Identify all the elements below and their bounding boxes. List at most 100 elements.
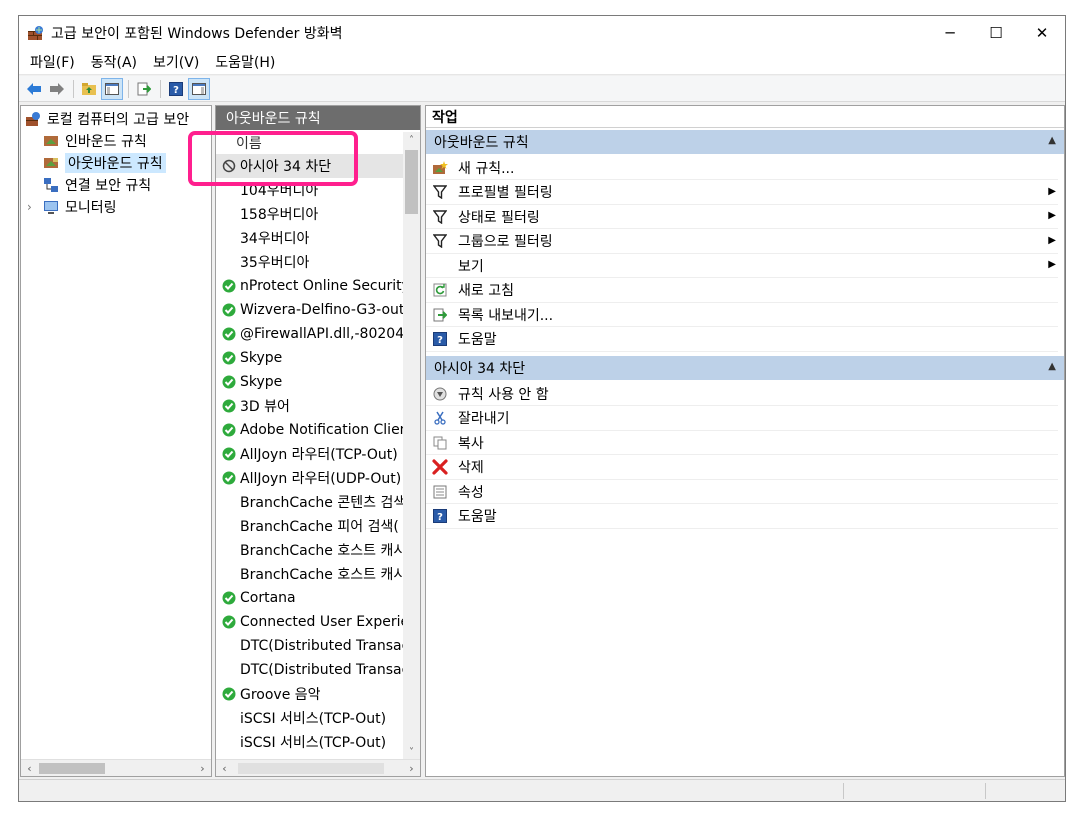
rule-row[interactable]: @FirewallAPI.dll,-80204 (216, 322, 404, 346)
scroll-thumb[interactable] (238, 763, 384, 774)
minimize-button[interactable]: ─ (927, 16, 973, 49)
rule-row[interactable]: AllJoyn 라우터(TCP-Out) (216, 442, 404, 466)
rule-row[interactable]: BranchCache 호스트 캐시 (216, 562, 404, 586)
action-item[interactable]: 새로 고침 (426, 279, 1058, 303)
rule-row[interactable]: 158우버디아 (216, 202, 404, 226)
scroll-left-icon[interactable]: ‹ (21, 760, 38, 777)
no-status-icon (222, 663, 236, 677)
forward-icon[interactable] (46, 78, 68, 100)
rule-row[interactable]: DTC(Distributed Transaction (216, 658, 404, 682)
export-list-icon (432, 307, 448, 323)
rule-row[interactable]: Skype (216, 370, 404, 394)
actions-section-header[interactable]: 아시아 34 차단 ▲ (426, 356, 1064, 380)
tree-root-label: 로컬 컴퓨터의 고급 보안 (47, 112, 190, 128)
rule-row[interactable]: 35우버디아 (216, 250, 404, 274)
action-label: 목록 내보내기... (458, 307, 554, 324)
connection-security-icon (43, 177, 59, 193)
scroll-right-icon[interactable]: › (194, 760, 211, 777)
rule-name: AllJoyn 라우터(UDP-Out) (240, 471, 402, 487)
scroll-thumb[interactable] (39, 763, 105, 774)
rule-name: BranchCache 피어 검색( (240, 519, 399, 535)
rule-row[interactable]: 3D 뷰어 (216, 394, 404, 418)
menu-view[interactable]: 보기(V) (145, 52, 207, 72)
navigation-tree-pane: 로컬 컴퓨터의 고급 보안 인바운드 규칙 아웃바운드 규칙 연결 보안 규칙 … (20, 105, 212, 777)
rule-row[interactable]: Cortana (216, 586, 404, 610)
action-label: 그룹으로 필터링 (458, 234, 553, 250)
tree-horizontal-scrollbar[interactable]: ‹ › (21, 759, 211, 776)
rule-row[interactable]: BranchCache 피어 검색( (216, 514, 404, 538)
rule-row[interactable]: BranchCache 콘텐츠 검색 (216, 490, 404, 514)
rule-row[interactable]: Skype (216, 346, 404, 370)
action-item[interactable]: 새 규칙... (426, 156, 1058, 180)
show-hide-tree-icon[interactable] (101, 77, 123, 100)
help-icon[interactable]: ? (165, 78, 187, 100)
action-item[interactable]: 규칙 사용 안 함 (426, 382, 1058, 406)
scroll-left-icon[interactable]: ‹ (216, 760, 233, 777)
inbound-rules-icon (43, 133, 59, 149)
rule-row[interactable]: AllJoyn 라우터(UDP-Out) (216, 466, 404, 490)
action-label: 잘라내기 (458, 411, 510, 427)
up-folder-icon[interactable] (78, 78, 100, 100)
collapse-icon[interactable]: ▲ (1048, 361, 1056, 372)
tree-item-outbound-rules[interactable]: 아웃바운드 규칙 (43, 152, 166, 174)
menu-action[interactable]: 동작(A) (83, 52, 145, 72)
rule-row[interactable]: nProtect Online Security (216, 274, 404, 298)
list-horizontal-scrollbar[interactable]: ‹ › (216, 759, 420, 776)
action-item[interactable]: 잘라내기 (426, 407, 1058, 431)
action-item[interactable]: ? 도움말 (426, 505, 1058, 529)
actions-section-header[interactable]: 아웃바운드 규칙 ▲ (426, 130, 1064, 154)
enabled-check-icon (222, 279, 236, 293)
action-item[interactable]: 보기 ▶ (426, 254, 1058, 278)
rule-name: iSCSI 서비스(TCP-Out) (240, 711, 387, 727)
collapse-icon[interactable]: ▲ (1048, 135, 1056, 146)
tree-item-inbound-rules[interactable]: 인바운드 규칙 (43, 130, 147, 152)
tree-root[interactable]: 로컬 컴퓨터의 고급 보안 (25, 108, 189, 130)
rules-list: 아시아 34 차단 104우버디아 158우버디아 34우버디아 35우버디아 nProt… (216, 154, 404, 761)
rule-row[interactable]: Adobe Notification Client (216, 418, 404, 442)
list-vertical-scrollbar[interactable]: ˄ ˅ (403, 132, 420, 761)
svg-text:?: ? (437, 512, 443, 523)
chevron-right-icon[interactable]: › (27, 200, 39, 214)
submenu-arrow-icon: ▶ (1048, 185, 1056, 197)
filter-icon (432, 233, 448, 249)
help-icon: ? (432, 508, 448, 524)
tree-item-label: 연결 보안 규칙 (65, 178, 152, 194)
maximize-button[interactable]: ☐ (973, 16, 1019, 49)
rule-row[interactable]: Connected User Experience (216, 610, 404, 634)
scroll-up-icon[interactable]: ˄ (403, 132, 420, 149)
firewall-app-icon (27, 25, 45, 41)
submenu-arrow-icon: ▶ (1048, 234, 1056, 246)
scroll-right-icon[interactable]: › (403, 760, 420, 777)
scroll-thumb[interactable] (405, 150, 418, 214)
cut-icon (432, 410, 448, 426)
close-button[interactable]: ✕ (1019, 16, 1065, 49)
menu-help[interactable]: 도움말(H) (207, 52, 283, 72)
action-item[interactable]: 복사 (426, 431, 1058, 455)
action-item[interactable]: ? 도움말 (426, 328, 1058, 352)
rule-row[interactable]: iSCSI 서비스(TCP-Out) (216, 730, 404, 754)
rule-row[interactable]: Wizvera-Delfino-G3-out (216, 298, 404, 322)
action-item[interactable]: 속성 (426, 480, 1058, 504)
back-icon[interactable] (23, 78, 45, 100)
rule-row[interactable]: 34우버디아 (216, 226, 404, 250)
toolbar-separator (160, 79, 161, 98)
export-icon[interactable] (133, 78, 155, 100)
blank-icon (432, 258, 448, 274)
action-item[interactable]: 상태로 필터링 ▶ (426, 205, 1058, 229)
action-item[interactable]: 그룹으로 필터링 ▶ (426, 230, 1058, 254)
title-bar[interactable]: 고급 보안이 포함된 Windows Defender 방화벽 ─ ☐ ✕ (19, 16, 1065, 49)
action-item[interactable]: 프로필별 필터링 ▶ (426, 181, 1058, 205)
menu-file[interactable]: 파일(F) (22, 52, 83, 72)
rule-row[interactable]: DTC(Distributed Transaction (216, 634, 404, 658)
tree-item-monitoring[interactable]: › 모니터링 (27, 196, 117, 218)
rule-row[interactable]: BranchCache 호스트 캐시 (216, 538, 404, 562)
rule-row[interactable]: iSCSI 서비스(TCP-Out) (216, 706, 404, 730)
rule-row[interactable]: Groove 음악 (216, 682, 404, 706)
action-item[interactable]: 목록 내보내기... (426, 303, 1058, 327)
no-status-icon (222, 231, 236, 245)
action-item[interactable]: 삭제 (426, 456, 1058, 480)
no-status-icon (222, 255, 236, 269)
submenu-arrow-icon: ▶ (1048, 259, 1056, 270)
show-action-pane-icon[interactable] (188, 77, 210, 100)
tree-item-connection-security-rules[interactable]: 연결 보안 규칙 (43, 174, 151, 196)
